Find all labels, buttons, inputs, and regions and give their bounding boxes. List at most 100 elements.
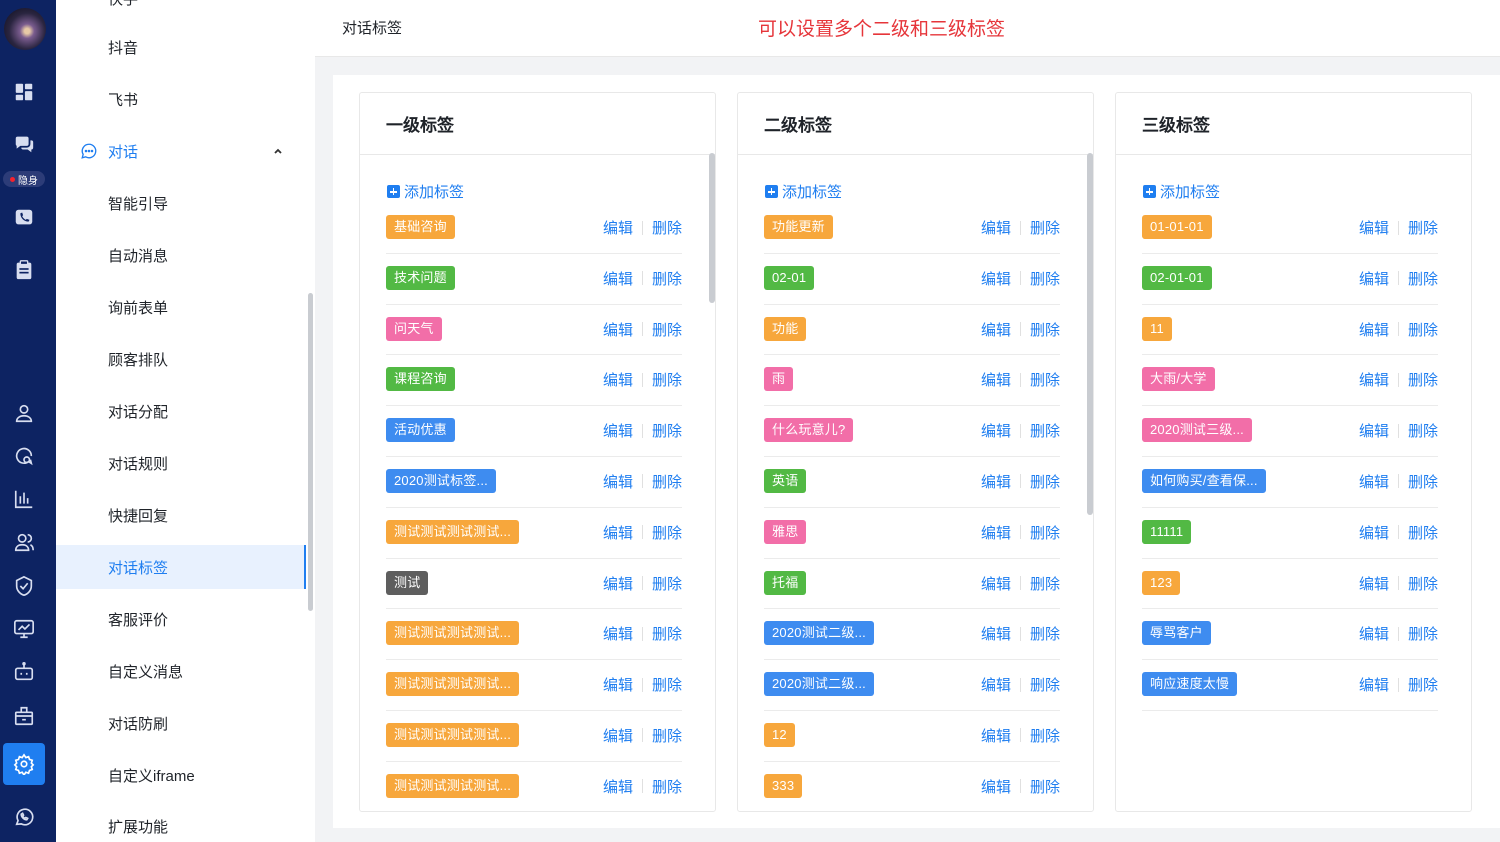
tag-chip[interactable]: 技术问题 <box>386 265 455 290</box>
tag-chip[interactable]: 测试测试测试测试... <box>386 519 520 544</box>
whatsapp-icon[interactable] <box>0 797 48 837</box>
delete-link[interactable]: 删除 <box>1408 522 1438 543</box>
tag-chip[interactable]: 01-01-01 <box>1142 215 1212 239</box>
robot-icon[interactable] <box>0 652 48 692</box>
column-scrollbar[interactable] <box>1087 153 1093 515</box>
tag-chip[interactable]: 2020测试三级... <box>1142 418 1252 443</box>
tag-chip[interactable]: 测试测试测试测试... <box>386 672 520 697</box>
add-tag-button[interactable]: 添加标签 <box>765 181 842 202</box>
delete-link[interactable]: 删除 <box>1030 369 1060 390</box>
tag-chip[interactable]: 什么玩意儿? <box>764 418 854 443</box>
tag-chip[interactable]: 11 <box>1142 316 1172 341</box>
delete-link[interactable]: 删除 <box>1408 573 1438 594</box>
sidebar-item-extensions[interactable]: 扩展功能 <box>56 804 306 842</box>
edit-link[interactable]: 编辑 <box>981 217 1011 238</box>
edit-link[interactable]: 编辑 <box>1359 268 1389 289</box>
sidebar-item-dialog-assign[interactable]: 对话分配 <box>56 389 306 433</box>
submenu-scrollbar[interactable] <box>308 293 313 611</box>
edit-link[interactable]: 编辑 <box>981 319 1011 340</box>
delete-link[interactable]: 删除 <box>652 674 682 695</box>
delete-link[interactable]: 删除 <box>1030 217 1060 238</box>
delete-link[interactable]: 删除 <box>652 471 682 492</box>
edit-link[interactable]: 编辑 <box>603 623 633 644</box>
tag-chip[interactable]: 333 <box>764 773 803 798</box>
tag-chip[interactable]: 响应速度太慢 <box>1142 672 1238 697</box>
delete-link[interactable]: 删除 <box>652 725 682 746</box>
phone-icon[interactable] <box>0 198 48 238</box>
shield-check-icon[interactable] <box>0 566 48 606</box>
delete-link[interactable]: 删除 <box>652 420 682 441</box>
sidebar-item-service-rating[interactable]: 客服评价 <box>56 597 306 641</box>
dashboard-icon[interactable] <box>0 72 48 112</box>
sidebar-group-dialog[interactable]: 对话 <box>56 129 306 173</box>
clipboard-icon[interactable] <box>0 250 48 290</box>
tag-chip[interactable]: 问天气 <box>386 316 442 341</box>
edit-link[interactable]: 编辑 <box>981 268 1011 289</box>
delete-link[interactable]: 删除 <box>1030 471 1060 492</box>
tag-chip[interactable]: 测试 <box>386 570 429 595</box>
tag-chip[interactable]: 测试测试测试测试... <box>386 773 520 798</box>
edit-link[interactable]: 编辑 <box>603 420 633 441</box>
delete-link[interactable]: 删除 <box>1408 369 1438 390</box>
delete-link[interactable]: 删除 <box>1030 623 1060 644</box>
sidebar-item-feishu[interactable]: 飞书 <box>56 77 306 121</box>
edit-link[interactable]: 编辑 <box>1359 522 1389 543</box>
edit-link[interactable]: 编辑 <box>1359 471 1389 492</box>
edit-link[interactable]: 编辑 <box>981 674 1011 695</box>
delete-link[interactable]: 删除 <box>1030 522 1060 543</box>
tag-chip[interactable]: 雨 <box>764 367 794 392</box>
edit-link[interactable]: 编辑 <box>981 369 1011 390</box>
delete-link[interactable]: 删除 <box>1408 217 1438 238</box>
edit-link[interactable]: 编辑 <box>603 217 633 238</box>
tag-chip[interactable]: 辱骂客户 <box>1142 621 1211 646</box>
tag-chip[interactable]: 课程咨询 <box>386 367 455 392</box>
tag-chip[interactable]: 测试测试测试测试... <box>386 621 520 646</box>
edit-link[interactable]: 编辑 <box>981 471 1011 492</box>
tag-chip[interactable]: 活动优惠 <box>386 418 455 443</box>
edit-link[interactable]: 编辑 <box>603 319 633 340</box>
delete-link[interactable]: 删除 <box>1408 623 1438 644</box>
edit-link[interactable]: 编辑 <box>603 471 633 492</box>
tag-chip[interactable]: 托福 <box>764 570 807 595</box>
tag-chip[interactable]: 功能更新 <box>764 215 833 239</box>
tag-chip[interactable]: 大雨/大学 <box>1142 367 1215 392</box>
edit-link[interactable]: 编辑 <box>603 522 633 543</box>
tag-chip[interactable]: 如何购买/查看保... <box>1142 468 1266 493</box>
tag-chip[interactable]: 2020测试二级... <box>764 621 874 646</box>
settings-gear-icon[interactable] <box>3 743 45 785</box>
sidebar-item-kuaishou[interactable]: 快手 <box>108 0 138 9</box>
tag-chip[interactable]: 测试测试测试测试... <box>386 722 520 747</box>
delete-link[interactable]: 删除 <box>652 522 682 543</box>
package-icon[interactable] <box>0 696 48 736</box>
tag-chip[interactable]: 123 <box>1142 570 1181 595</box>
sidebar-item-dialog-rules[interactable]: 对话规则 <box>56 441 306 485</box>
sidebar-item-dialog-tags[interactable]: 对话标签 <box>56 545 306 589</box>
chat-bubbles-icon[interactable] <box>0 124 48 164</box>
edit-link[interactable]: 编辑 <box>1359 319 1389 340</box>
add-tag-button[interactable]: 添加标签 <box>387 181 464 202</box>
avatar[interactable] <box>4 8 46 50</box>
tag-chip[interactable]: 12 <box>764 722 795 747</box>
message-search-icon[interactable] <box>0 437 48 477</box>
add-tag-button[interactable]: 添加标签 <box>1143 181 1220 202</box>
edit-link[interactable]: 编辑 <box>603 725 633 746</box>
tag-chip[interactable]: 02-01 <box>764 265 815 290</box>
edit-link[interactable]: 编辑 <box>981 623 1011 644</box>
delete-link[interactable]: 删除 <box>1408 674 1438 695</box>
edit-link[interactable]: 编辑 <box>1359 420 1389 441</box>
sidebar-item-auto-message[interactable]: 自动消息 <box>56 233 306 277</box>
invisible-status-badge[interactable]: 隐身 <box>3 171 45 187</box>
delete-link[interactable]: 删除 <box>1030 573 1060 594</box>
edit-link[interactable]: 编辑 <box>981 420 1011 441</box>
sidebar-item-quick-reply[interactable]: 快捷回复 <box>56 493 306 537</box>
delete-link[interactable]: 删除 <box>1408 268 1438 289</box>
tag-chip[interactable]: 11111 <box>1142 519 1192 544</box>
edit-link[interactable]: 编辑 <box>1359 573 1389 594</box>
edit-link[interactable]: 编辑 <box>603 268 633 289</box>
tag-chip[interactable]: 02-01-01 <box>1142 265 1212 290</box>
delete-link[interactable]: 删除 <box>1030 420 1060 441</box>
edit-link[interactable]: 编辑 <box>603 776 633 797</box>
edit-link[interactable]: 编辑 <box>603 369 633 390</box>
delete-link[interactable]: 删除 <box>1030 674 1060 695</box>
tag-chip[interactable]: 雅思 <box>764 519 807 544</box>
